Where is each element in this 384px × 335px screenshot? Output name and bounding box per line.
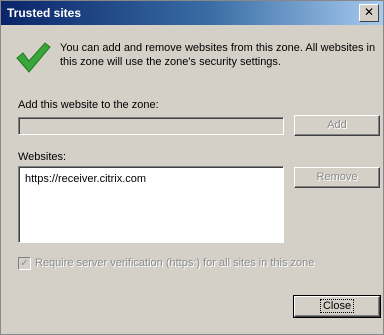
require-https-label: Require server verification (https:) for… [35,257,315,269]
add-website-label: Add this website to the zone: [18,99,159,111]
add-button[interactable]: Add [294,115,380,136]
green-check-icon [16,42,51,73]
remove-button[interactable]: Remove [294,167,380,188]
close-button[interactable]: Close [293,295,381,318]
require-https-checkbox[interactable]: ✓ [18,257,31,270]
websites-label: Websites: [18,151,67,163]
title-close-button[interactable]: ✕ [359,4,379,22]
title-bar[interactable]: Trusted sites ✕ [1,1,383,25]
add-website-input[interactable] [18,117,284,135]
websites-list[interactable]: https://receiver.citrix.com [18,166,284,243]
list-item[interactable]: https://receiver.citrix.com [25,173,146,185]
zone-description: You can add and remove websites from thi… [60,42,376,68]
close-button-label: Close [319,299,355,313]
trusted-sites-dialog: Trusted sites ✕ You can add and remove w… [0,0,384,335]
window-title: Trusted sites [7,6,82,20]
